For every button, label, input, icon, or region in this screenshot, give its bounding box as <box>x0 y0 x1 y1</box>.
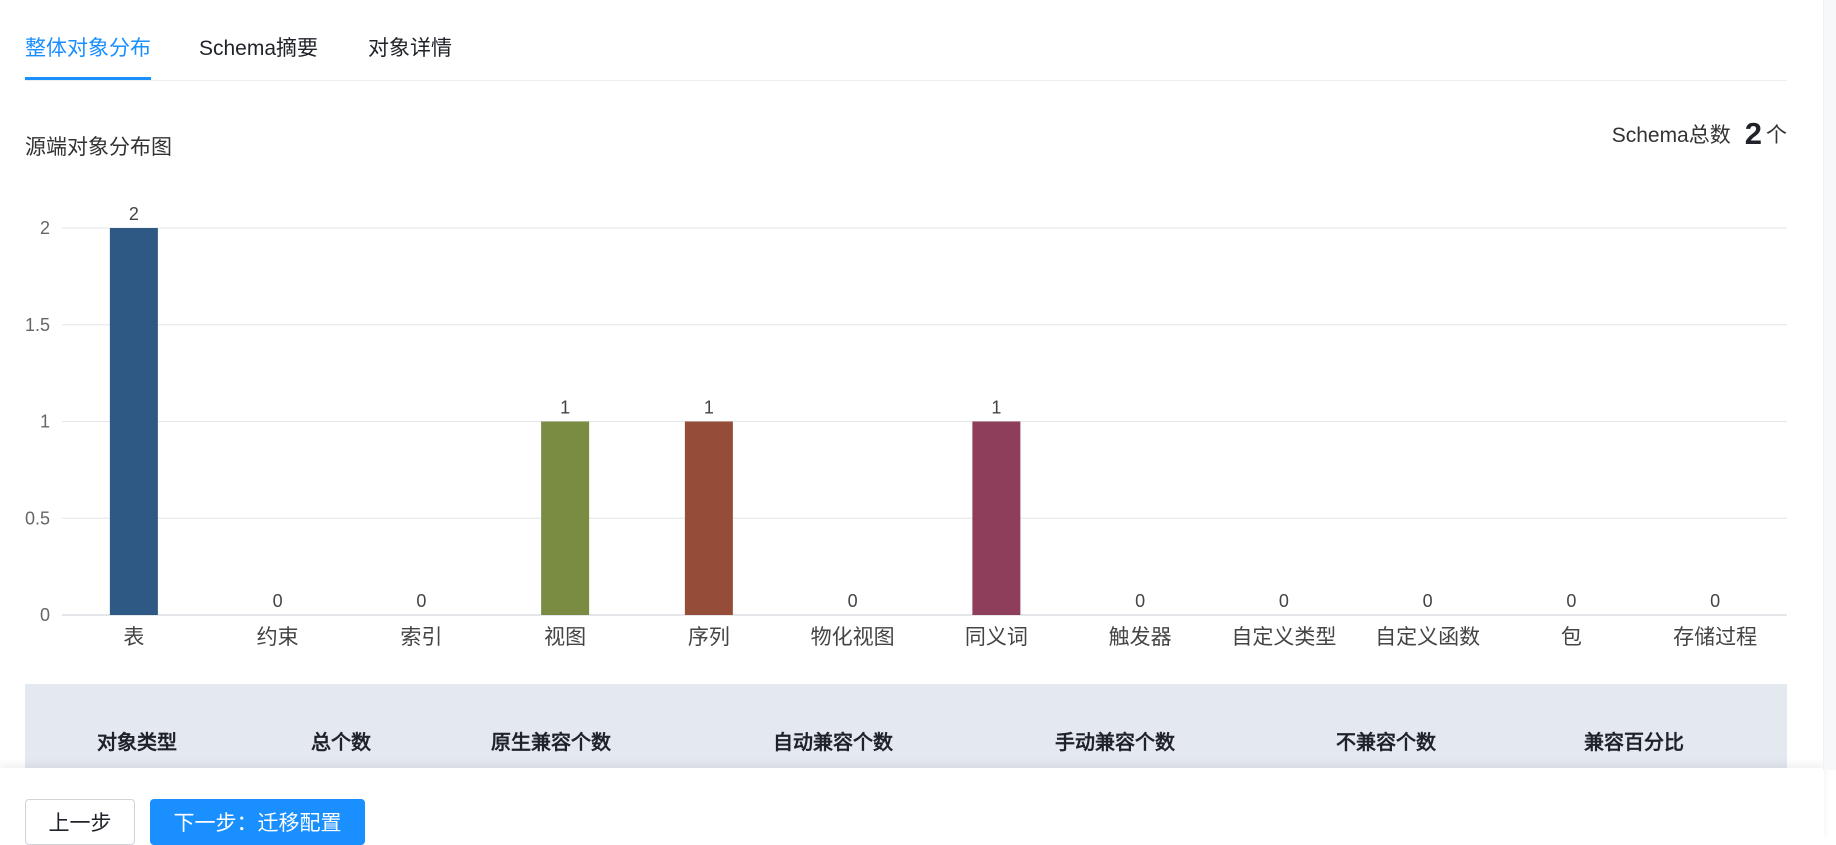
next-step-button[interactable]: 下一步：迁移配置 <box>150 799 365 845</box>
schema-total-unit: 个 <box>1766 124 1787 147</box>
x-category-label: 视图 <box>544 626 586 649</box>
bar-value-label: 0 <box>416 591 426 611</box>
x-category-label: 存储过程 <box>1673 626 1757 649</box>
bar-value-label: 1 <box>991 398 1001 418</box>
x-category-label: 约束 <box>257 626 299 649</box>
previous-step-button[interactable]: 上一步 <box>25 799 135 845</box>
tab-object-details[interactable]: 对象详情 <box>368 32 452 62</box>
th-native-compatible: 原生兼容个数 <box>491 732 611 754</box>
bar-value-label: 0 <box>273 591 283 611</box>
bar-value-label: 0 <box>1423 591 1433 611</box>
th-total: 总个数 <box>311 732 371 754</box>
th-object-type: 对象类型 <box>97 732 177 754</box>
th-compatibility-percent: 兼容百分比 <box>1584 732 1684 754</box>
vertical-scrollbar[interactable] <box>1823 0 1836 770</box>
bar <box>541 421 590 615</box>
bar-value-label: 1 <box>560 398 570 418</box>
bar <box>972 421 1021 615</box>
y-tick-label: 2 <box>40 218 50 238</box>
x-category-label: 同义词 <box>965 626 1028 649</box>
bar-value-label: 0 <box>1710 591 1720 611</box>
bar-value-label: 0 <box>848 591 858 611</box>
y-tick-label: 0.5 <box>25 508 50 528</box>
tab-overall-distribution[interactable]: 整体对象分布 <box>25 32 151 62</box>
object-distribution-chart: 0 0.5 1 1.5 2 2 表 0 约束 0 索引 1 视图 1 序列 0 物化视图 1 同义词 0 触发器 0 自定义… <box>25 204 1787 649</box>
x-category-label: 表 <box>123 626 144 649</box>
chart-title: 源端对象分布图 <box>25 136 172 159</box>
bar-value-label: 1 <box>704 398 714 418</box>
schema-total-value: 2 <box>1744 116 1762 151</box>
th-manual-compatible: 手动兼容个数 <box>1055 732 1175 754</box>
schema-total-label: Schema总数 <box>1611 124 1731 147</box>
x-category-label: 触发器 <box>1109 626 1172 649</box>
th-auto-compatible: 自动兼容个数 <box>773 732 893 754</box>
bar-value-label: 0 <box>1566 591 1576 611</box>
x-category-label: 自定义函数 <box>1375 626 1480 649</box>
bar <box>109 228 158 615</box>
bar <box>684 421 733 615</box>
bar-value-label: 0 <box>1279 591 1289 611</box>
bar-value-label: 2 <box>129 204 139 224</box>
bar-value-label: 0 <box>1135 591 1145 611</box>
footer-bar: 上一步 下一步：迁移配置 <box>0 768 1824 845</box>
th-incompatible: 不兼容个数 <box>1336 732 1436 754</box>
x-category-label: 索引 <box>400 626 442 649</box>
active-tab-indicator <box>25 77 151 80</box>
x-category-label: 物化视图 <box>811 626 895 649</box>
y-tick-label: 1 <box>40 412 50 432</box>
x-category-label: 自定义类型 <box>1231 626 1336 649</box>
x-category-label: 序列 <box>688 626 730 649</box>
schema-total: Schema总数 2 个 <box>1611 114 1787 151</box>
x-category-label: 包 <box>1561 626 1582 649</box>
y-tick-label: 0 <box>40 605 50 625</box>
y-tick-label: 1.5 <box>25 315 50 335</box>
tab-schema-summary[interactable]: Schema摘要 <box>199 32 318 62</box>
tab-bar: 整体对象分布 Schema摘要 对象详情 <box>25 0 1787 81</box>
